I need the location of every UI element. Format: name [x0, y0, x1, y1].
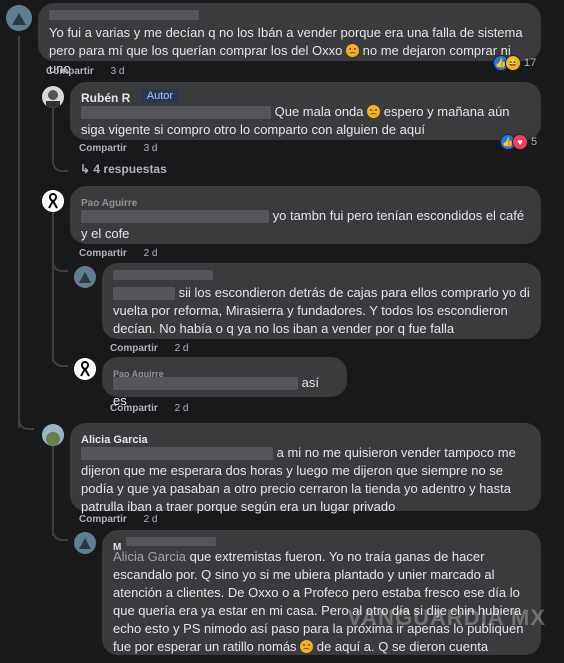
share-button[interactable]: Compartir — [110, 343, 158, 354]
share-button[interactable]: Compartir — [79, 248, 127, 259]
blurred-mention — [113, 377, 298, 391]
comment-author-row: Alicia Garcia — [81, 430, 530, 446]
share-button[interactable]: Compartir — [46, 66, 94, 77]
blurred-author-name — [49, 10, 199, 20]
comment-time: 2 d — [143, 514, 158, 525]
thread-curve — [52, 353, 68, 367]
comment-bubble: Alicia Garcia a mi no me quisieron vende… — [70, 423, 541, 514]
comment-time: 3 d — [110, 66, 125, 77]
thread-curve — [52, 258, 68, 272]
author-badge: Autor — [140, 89, 180, 103]
thread-line-main — [18, 36, 20, 428]
comment-time: 2 d — [174, 403, 189, 414]
avatar[interactable] — [6, 5, 32, 31]
mention-link[interactable]: Alicia Garcia — [113, 549, 186, 564]
comment-author-row — [113, 270, 530, 284]
thread-line-reply-1 — [52, 108, 54, 158]
reaction-summary[interactable]: 👍 ♥ 5 — [500, 134, 537, 150]
blurred-mention — [113, 287, 175, 301]
disappointed-emoji-icon — [367, 105, 381, 118]
avatar[interactable] — [74, 266, 96, 288]
comment-text: Alicia Garcia que extremistas fueron. Yo… — [113, 549, 524, 654]
thread-curve — [18, 416, 34, 430]
avatar-image-icon — [42, 424, 64, 446]
comment-text: sii los escondieron detrás de cajas para… — [113, 285, 530, 336]
comment-text: Que mala onda espero y mañana aún siga v… — [81, 104, 510, 137]
comment-author[interactable]: Pao Aguirre — [81, 198, 137, 209]
reaction-count: 5 — [531, 136, 538, 148]
reaction-count: 17 — [524, 57, 537, 69]
comment-actions: Compartir 2 d — [110, 403, 202, 414]
haha-reaction-icon: 😆 — [505, 55, 521, 71]
blurred-mention — [81, 106, 271, 120]
thread-line-reply-3 — [52, 446, 54, 536]
comment-bubble: M Alicia Garcia que extremistas fueron. … — [102, 530, 541, 655]
share-button[interactable]: Compartir — [110, 403, 158, 414]
comment-text: a mi no me quisieron vender tampoco me d… — [81, 445, 516, 514]
comment-bubble: Pao Aguirre así es — [102, 357, 347, 408]
comment-bubble: sii los escondieron detrás de cajas para… — [102, 263, 541, 339]
comment-actions: Compartir 2 d — [79, 514, 171, 525]
blurred-mention — [81, 210, 269, 224]
avatar-image-icon — [74, 532, 96, 554]
ribbon-avatar-icon — [74, 358, 96, 380]
avatar[interactable] — [74, 358, 96, 380]
avatar[interactable] — [42, 86, 64, 108]
comment-actions: Compartir 2 d — [110, 343, 202, 354]
thread-line-reply-2 — [52, 212, 54, 362]
comment-bubble: Rubén R Autor Que mala onda espero y mañ… — [70, 82, 541, 140]
thread-curve — [52, 158, 68, 172]
blurred-author-name — [125, 537, 216, 546]
disappointed-emoji-icon — [300, 640, 314, 653]
comment-time: 2 d — [174, 343, 189, 354]
avatar[interactable] — [42, 424, 64, 446]
watermark: VANGUARDIA MX — [347, 605, 546, 630]
ribbon-avatar-icon — [42, 190, 64, 212]
reply-arrow-icon: ↳ — [80, 162, 91, 176]
comment-actions: Compartir 3 d — [79, 143, 171, 154]
comment-author-row: Pao Aguirre — [81, 193, 530, 209]
avatar-image-icon — [42, 86, 64, 108]
comment-author-row — [49, 10, 530, 24]
comment-text: yo tambn fui pero tenían escondidos el c… — [81, 208, 525, 241]
avatar-image-icon — [74, 266, 96, 288]
blurred-author-name — [113, 270, 213, 280]
comment-author-row: Pao Aguirre — [113, 364, 336, 379]
blurred-mention — [81, 447, 273, 461]
disappointed-emoji-icon — [346, 44, 359, 57]
share-button[interactable]: Compartir — [79, 514, 127, 525]
thread-curve — [52, 527, 68, 541]
comment-actions: Compartir 2 d — [79, 248, 171, 259]
comment-actions: Compartir 3 d — [46, 66, 138, 77]
avatar-image-icon — [6, 5, 32, 31]
comment-time: 2 d — [143, 248, 158, 259]
comment-author[interactable]: Alicia Garcia — [81, 434, 148, 446]
avatar[interactable] — [74, 532, 96, 554]
love-reaction-icon: ♥ — [512, 134, 528, 150]
reaction-summary[interactable]: 👍 😆 17 — [493, 55, 536, 71]
comment-bubble: Pao Aguirre yo tambn fui pero tenían esc… — [70, 186, 541, 244]
comment-time: 3 d — [143, 143, 158, 154]
share-button[interactable]: Compartir — [79, 143, 127, 154]
comment-author[interactable]: Rubén R — [81, 91, 130, 105]
avatar[interactable] — [42, 190, 64, 212]
comment-bubble: Yo fui a varias y me decían q no los Ibá… — [38, 3, 541, 76]
comment-author-row: M — [113, 537, 530, 553]
view-replies-button[interactable]: ↳ 4 respuestas — [80, 162, 167, 176]
comment-author-row: Rubén R Autor — [81, 89, 530, 105]
